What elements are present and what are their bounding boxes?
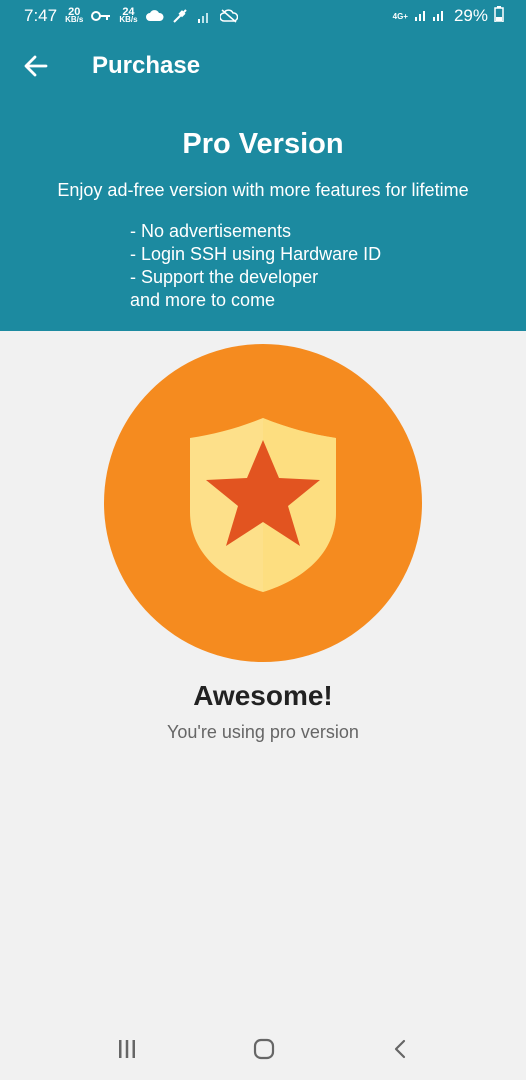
feature-item: and more to come	[130, 290, 276, 310]
recents-icon	[119, 1040, 135, 1058]
purchase-header: Purchase Pro Version Enjoy ad-free versi…	[0, 32, 526, 331]
speed-down-unit: KB/s	[119, 15, 138, 24]
status-message: You're using pro version	[167, 722, 359, 742]
feature-item: - No advertisements	[130, 221, 292, 241]
speed-up-unit: KB/s	[65, 15, 84, 24]
feature-list: - No advertisements - Login SSH using Ha…	[130, 220, 381, 312]
battery-icon	[494, 5, 504, 27]
page-title: Purchase	[92, 52, 201, 79]
feature-item: - Login SSH using Hardware ID	[130, 244, 382, 264]
pro-version-subtitle: Enjoy ad-free version with more features…	[57, 180, 469, 200]
back-chevron-icon	[394, 1039, 406, 1059]
status-title: Awesome!	[193, 680, 333, 711]
signal-weak-icon	[196, 9, 212, 23]
home-icon	[253, 1038, 275, 1060]
pro-badge	[104, 344, 422, 662]
back-nav-button[interactable]	[386, 1034, 416, 1064]
arrow-left-icon	[24, 55, 48, 77]
network-type: 4G+	[392, 11, 408, 21]
status-time: 7:47	[24, 6, 58, 25]
network-speed-up: 20 KB/s	[65, 7, 84, 24]
cloud-off-icon	[219, 9, 238, 23]
shield-star-icon	[190, 418, 336, 592]
system-nav-bar	[0, 1020, 526, 1080]
feature-item: - Support the developer	[130, 267, 319, 287]
pro-version-title: Pro Version	[182, 128, 344, 160]
satellite-icon	[172, 8, 188, 24]
cloud-icon	[145, 10, 164, 22]
network-speed-down: 24 KB/s	[119, 7, 138, 24]
battery-percent: 29%	[453, 6, 488, 25]
back-button[interactable]	[22, 52, 50, 80]
status-bar: 7:47 20 KB/s 24 KB/s 4G+ 29%	[0, 0, 526, 32]
vpn-key-icon	[91, 10, 111, 22]
home-button[interactable]	[249, 1034, 279, 1064]
recents-button[interactable]	[112, 1034, 142, 1064]
signal-icon	[414, 6, 448, 26]
